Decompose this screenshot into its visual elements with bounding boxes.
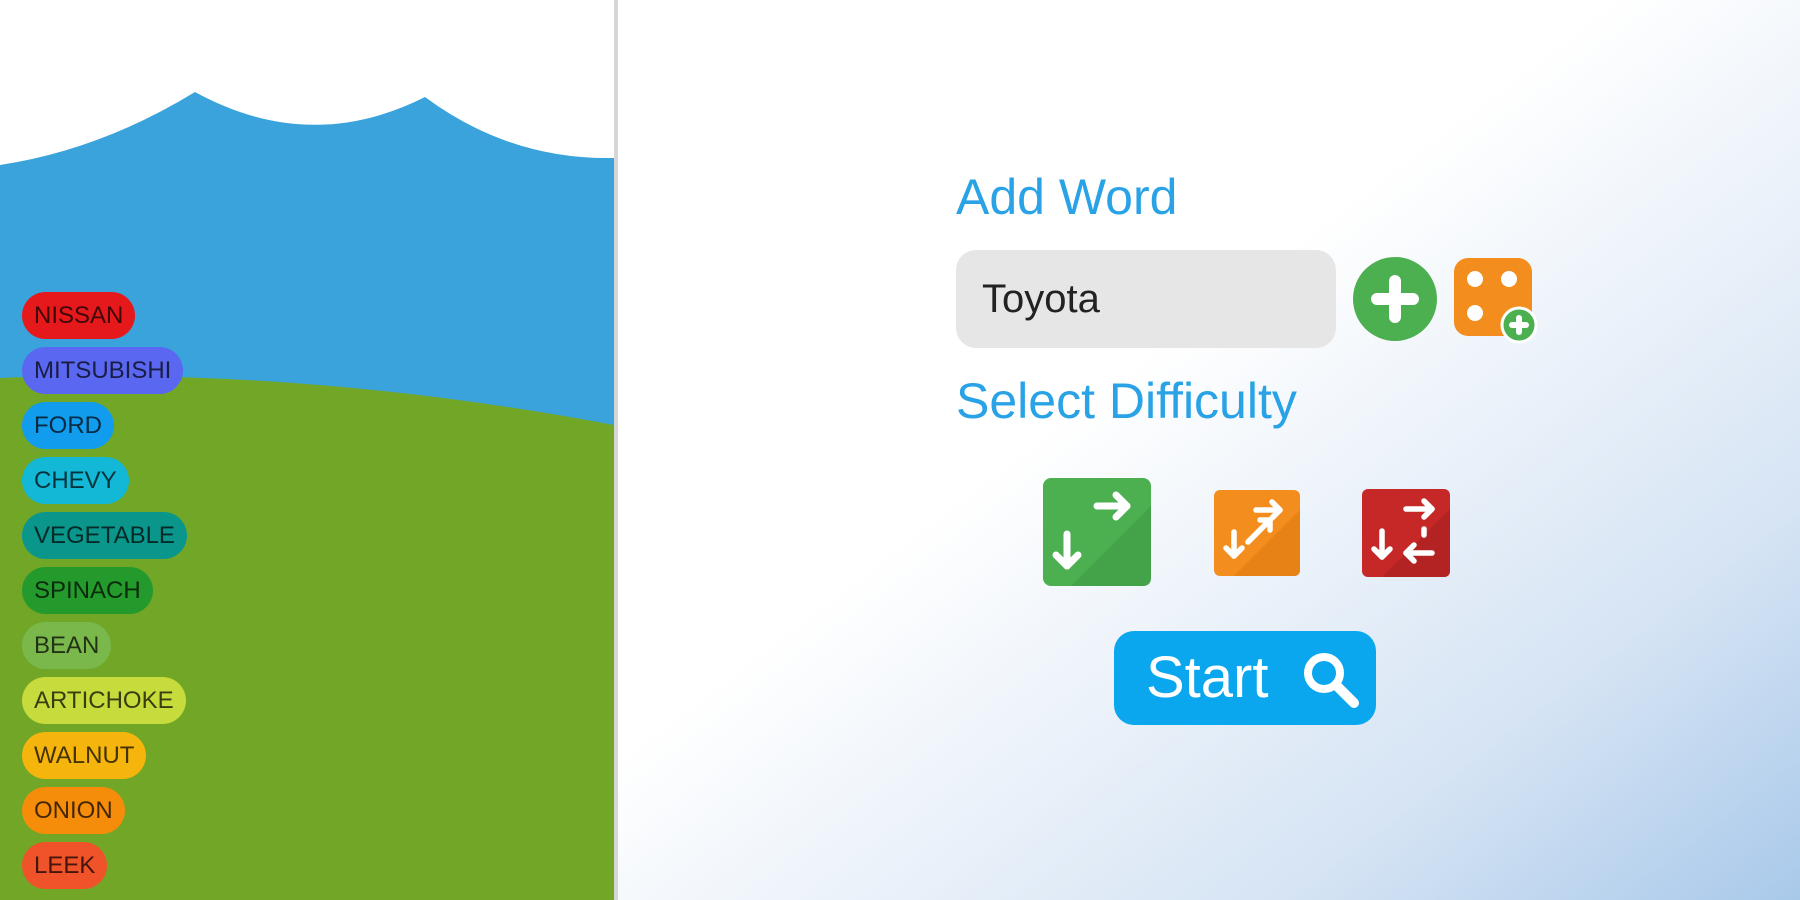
arrows-medium-icon — [1214, 490, 1300, 576]
word-chip: NISSAN — [22, 292, 136, 339]
start-label: Start — [1146, 645, 1269, 710]
arrows-easy-icon — [1043, 478, 1151, 586]
word-list: NISSAN MITSUBISHI FORD CHEVY VEGETABLE SPINAC… — [22, 292, 187, 889]
random-word-button[interactable] — [1452, 256, 1542, 344]
word-list-panel: NISSAN MITSUBISHI FORD CHEVY VEGETABLE SPINAC… — [0, 0, 614, 900]
select-difficulty-heading: Select Difficulty — [956, 373, 1297, 429]
word-chip: SPINACH — [22, 567, 153, 614]
word-chip: VEGETABLE — [22, 512, 187, 559]
word-chip: MITSUBISHI — [22, 347, 184, 394]
app: NISSAN MITSUBISHI FORD CHEVY VEGETABLE SPINAC… — [0, 0, 1800, 900]
start-button[interactable]: Start — [1114, 631, 1376, 725]
word-chip: LEEK — [22, 842, 108, 889]
word-input[interactable] — [956, 250, 1336, 348]
word-chip: ARTICHOKE — [22, 677, 186, 724]
word-chip: BEAN — [22, 622, 112, 669]
add-word-button[interactable] — [1352, 256, 1438, 342]
plus-circle-icon — [1353, 257, 1437, 341]
dice-plus-icon — [1454, 258, 1538, 344]
add-word-heading: Add Word — [956, 169, 1178, 225]
word-chip: FORD — [22, 402, 114, 449]
difficulty-medium-button[interactable] — [1214, 490, 1300, 576]
arrows-hard-icon — [1362, 489, 1450, 577]
difficulty-easy-button[interactable] — [1043, 478, 1151, 586]
search-icon — [1304, 653, 1359, 708]
settings-panel: Add Word Select Difficulty — [618, 0, 1800, 900]
difficulty-hard-button[interactable] — [1362, 489, 1450, 577]
word-chip: ONION — [22, 787, 125, 834]
word-chip: CHEVY — [22, 457, 129, 504]
word-chip: WALNUT — [22, 732, 147, 779]
